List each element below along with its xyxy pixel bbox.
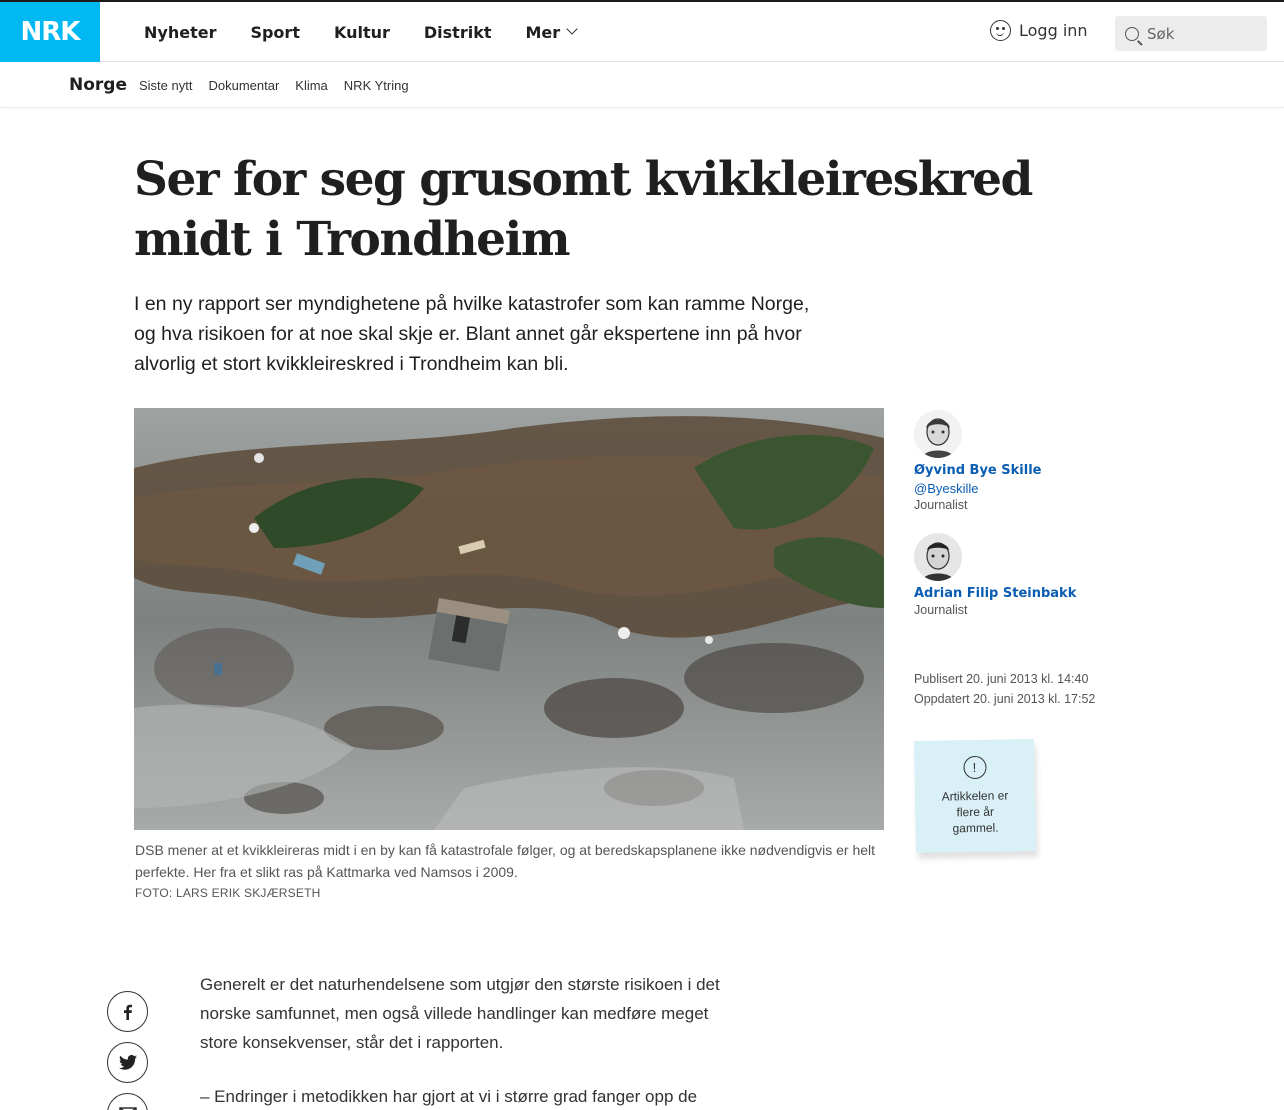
chevron-down-icon <box>566 23 578 35</box>
facebook-icon <box>123 1004 132 1020</box>
avatar[interactable] <box>914 533 962 581</box>
search-input[interactable] <box>1147 24 1257 43</box>
search-icon[interactable] <box>1125 26 1139 41</box>
body-paragraph: – Endringer i metodikken har gjort at vi… <box>200 1087 698 1106</box>
exclamation-icon: ! <box>962 755 987 780</box>
subnav-siste-nytt[interactable]: Siste nytt <box>139 78 192 93</box>
user-face-icon <box>990 20 1011 41</box>
login-button[interactable]: Logg inn <box>990 20 1088 41</box>
article-image[interactable] <box>134 408 884 830</box>
nav-nyheter[interactable]: Nyheter <box>144 23 216 42</box>
author-role: Journalist <box>914 603 968 617</box>
search-box <box>1115 16 1267 51</box>
author-role: Journalist <box>914 498 968 512</box>
author-card: Adrian Filip Steinbakk Journalist <box>914 533 1076 617</box>
subnav-dokumentar[interactable]: Dokumentar <box>208 78 279 93</box>
author-handle[interactable]: @Byeskille <box>914 481 1041 496</box>
age-notice: ! Artikkelen er flere år gammel. <box>914 738 1036 854</box>
landslide-photo <box>134 408 884 830</box>
author-name[interactable]: Adrian Filip Steinbakk <box>914 586 1076 601</box>
section-nav: Norge Siste nytt Dokumentar Klima NRK Yt… <box>0 62 1284 108</box>
subnav-nrk-ytring[interactable]: NRK Ytring <box>344 78 409 93</box>
author-name[interactable]: Øyvind Bye Skille <box>914 463 1041 478</box>
nav-kultur[interactable]: Kultur <box>334 23 390 42</box>
share-mail-button[interactable] <box>107 1093 148 1110</box>
main-nav: Nyheter Sport Kultur Distrikt Mer <box>144 2 610 62</box>
nav-distrikt[interactable]: Distrikt <box>424 23 492 42</box>
age-notice-text: Artikkelen er flere år gammel. <box>941 788 1009 836</box>
avatar[interactable] <box>914 410 962 458</box>
body-paragraph: Generelt er det naturhendelsene som utgj… <box>200 975 720 1052</box>
section-title[interactable]: Norge <box>69 75 127 95</box>
share-facebook-button[interactable] <box>107 991 148 1032</box>
nav-mer-label: Mer <box>525 22 561 42</box>
published-date: Publisert 20. juni 2013 kl. 14:40 <box>914 672 1089 686</box>
updated-date: Oppdatert 20. juni 2013 kl. 17:52 <box>914 692 1096 706</box>
logo-text: NRK <box>20 17 81 47</box>
image-caption: DSB mener at et kvikkleireras midt i en … <box>135 842 876 880</box>
nav-sport[interactable]: Sport <box>250 23 300 42</box>
share-twitter-button[interactable] <box>107 1042 148 1083</box>
article-dates: Publisert 20. juni 2013 kl. 14:40 Oppdat… <box>914 669 1095 709</box>
top-header: NRK Nyheter Sport Kultur Distrikt Mer Lo… <box>0 0 1284 62</box>
login-label: Logg inn <box>1019 21 1088 40</box>
article-title: Ser for seg grusomt kvikkleireskred midt… <box>134 152 1033 267</box>
image-credit: FOTO: LARS ERIK SKJÆRSETH <box>135 886 321 900</box>
subnav-klima[interactable]: Klima <box>295 78 328 93</box>
author-card: Øyvind Bye Skille @Byeskille Journalist <box>914 410 1041 512</box>
twitter-icon <box>118 1055 137 1070</box>
nrk-logo[interactable]: NRK <box>0 2 100 62</box>
nav-mer[interactable]: Mer <box>525 22 578 42</box>
article-lead: I en ny rapport ser myndighetene på hvil… <box>134 293 810 375</box>
